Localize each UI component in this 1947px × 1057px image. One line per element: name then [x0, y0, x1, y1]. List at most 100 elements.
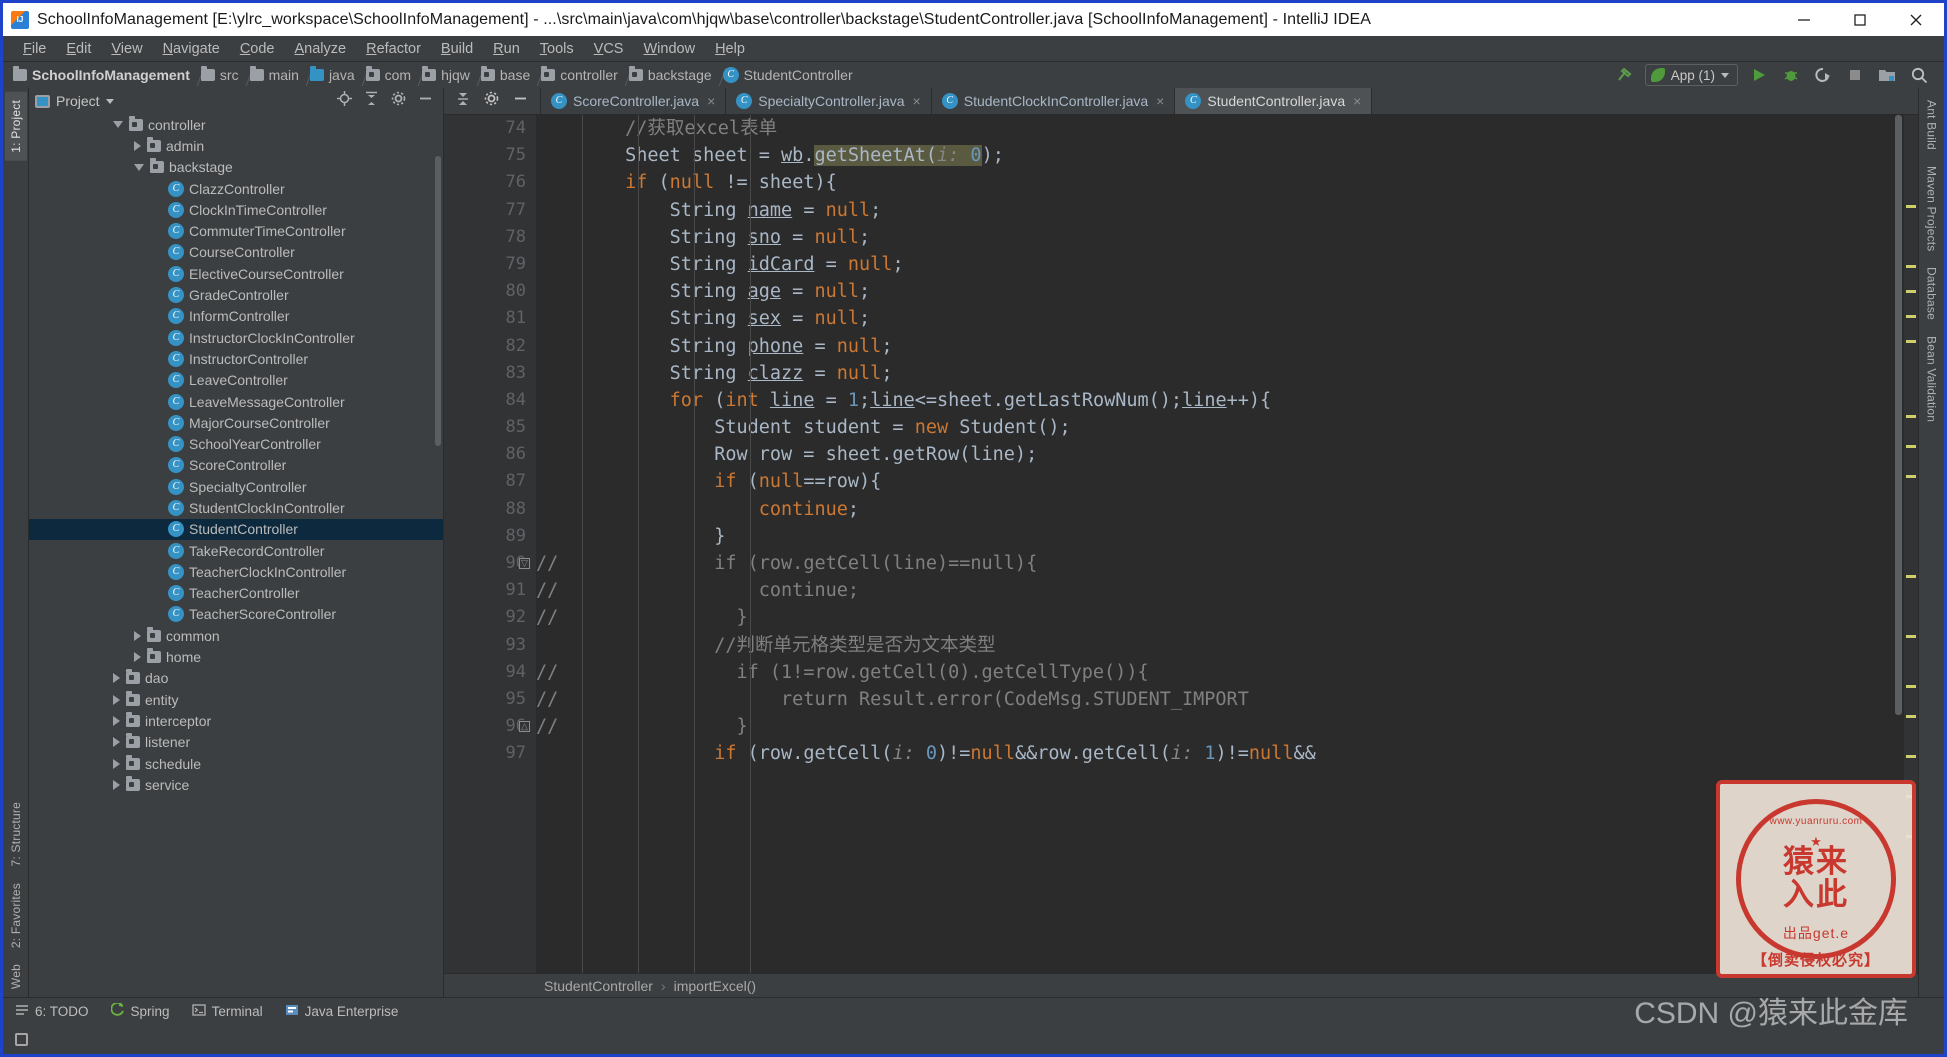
tree-node-commutertimecontroller[interactable]: C CommuterTimeController	[29, 220, 443, 241]
tool-tab-database[interactable]: Database	[1921, 259, 1943, 328]
breadcrumb-item-controller[interactable]: controller	[537, 66, 625, 84]
tree-node-controller[interactable]: controller	[29, 114, 443, 135]
menu-item-edit[interactable]: Edit	[56, 39, 101, 59]
code-content[interactable]: //获取excel表单 Sheet sheet = wb.getSheetAt(…	[536, 115, 1904, 973]
search-icon[interactable]	[1908, 64, 1930, 86]
tree-node-teacherscorecontroller[interactable]: C TeacherScoreController	[29, 604, 443, 625]
project-tree[interactable]: controller admin backstage C ClazzController…	[29, 114, 443, 997]
tree-node-informcontroller[interactable]: C InformController	[29, 306, 443, 327]
chevron-right-icon[interactable]	[134, 652, 141, 663]
tool-tab-mavenprojects[interactable]: Maven Projects	[1921, 158, 1943, 260]
editor-tab-specialtycontroller-java[interactable]: C SpecialtyController.java ×	[726, 88, 932, 114]
bottom-tab-javaenterprise[interactable]: Java Enterprise	[285, 1003, 398, 1020]
tree-node-scorecontroller[interactable]: C ScoreController	[29, 455, 443, 476]
tree-node-leavemessagecontroller[interactable]: C LeaveMessageController	[29, 391, 443, 412]
tree-node-admin[interactable]: admin	[29, 135, 443, 156]
marker-tick[interactable]	[1906, 685, 1916, 688]
tree-node-dao[interactable]: dao	[29, 668, 443, 689]
chevron-right-icon[interactable]	[113, 737, 120, 748]
tree-node-coursecontroller[interactable]: C CourseController	[29, 242, 443, 263]
fold-start-icon[interactable]: ▽	[519, 558, 530, 570]
menu-item-vcs[interactable]: VCS	[584, 39, 634, 59]
menu-item-help[interactable]: Help	[705, 39, 755, 59]
tree-node-leavecontroller[interactable]: C LeaveController	[29, 370, 443, 391]
chevron-right-icon[interactable]	[113, 758, 120, 769]
editor-tab-scorecontroller-java[interactable]: C ScoreController.java ×	[541, 88, 727, 114]
tree-node-gradecontroller[interactable]: C GradeController	[29, 284, 443, 305]
marker-tick[interactable]	[1906, 205, 1916, 208]
tree-node-backstage[interactable]: backstage	[29, 157, 443, 178]
editor-crumb-item[interactable]: StudentController	[544, 978, 653, 994]
menu-item-navigate[interactable]: Navigate	[153, 39, 230, 59]
tree-node-listener[interactable]: listener	[29, 732, 443, 753]
menu-item-build[interactable]: Build	[431, 39, 483, 59]
marker-tick[interactable]	[1906, 755, 1916, 758]
editor-crumb-item[interactable]: importExcel()	[674, 978, 756, 994]
tree-node-clockintimecontroller[interactable]: C ClockInTimeController	[29, 199, 443, 220]
tree-node-entity[interactable]: entity	[29, 689, 443, 710]
tree-node-teacherclockincontroller[interactable]: C TeacherClockInController	[29, 561, 443, 582]
hide-icon[interactable]	[513, 91, 528, 111]
editor-tab-studentcontroller-java[interactable]: C StudentController.java ×	[1175, 88, 1373, 114]
stop-icon[interactable]	[1844, 64, 1866, 86]
tree-node-instructorclockincontroller[interactable]: C InstructorClockInController	[29, 327, 443, 348]
editor-tab-studentclockincontroller-java[interactable]: C StudentClockInController.java ×	[932, 88, 1176, 114]
menu-item-view[interactable]: View	[101, 39, 152, 59]
tree-node-schoolyearcontroller[interactable]: C SchoolYearController	[29, 433, 443, 454]
marker-tick[interactable]	[1906, 315, 1916, 318]
project-tree-scrollbar[interactable]	[435, 156, 441, 446]
breadcrumb-item-com[interactable]: com	[362, 66, 418, 84]
tree-node-common[interactable]: common	[29, 625, 443, 646]
build-icon[interactable]	[1613, 64, 1635, 86]
tool-tab-structure[interactable]: 7: Structure	[5, 794, 27, 874]
tree-node-instructorcontroller[interactable]: C InstructorController	[29, 348, 443, 369]
chevron-right-icon[interactable]	[113, 715, 120, 726]
menu-item-refactor[interactable]: Refactor	[356, 39, 431, 59]
chevron-down-icon[interactable]	[105, 98, 114, 104]
tool-tab-project[interactable]: 1: Project	[4, 92, 27, 161]
chevron-down-icon[interactable]	[113, 121, 123, 129]
breadcrumb-item-src[interactable]: src	[197, 66, 246, 84]
tool-tab-favorites[interactable]: 2: Favorites	[5, 875, 27, 956]
chevron-down-icon[interactable]	[134, 163, 144, 171]
tree-node-studentcontroller[interactable]: C StudentController	[29, 518, 443, 540]
tree-node-home[interactable]: home	[29, 646, 443, 667]
close-button[interactable]	[1888, 3, 1944, 36]
breadcrumb-item-backstage[interactable]: backstage	[625, 66, 719, 84]
marker-tick[interactable]	[1906, 715, 1916, 718]
layout-icon[interactable]	[15, 1032, 28, 1046]
tree-node-schedule[interactable]: schedule	[29, 753, 443, 774]
coverage-icon[interactable]	[1812, 64, 1834, 86]
marker-tick[interactable]	[1906, 635, 1916, 638]
menu-item-run[interactable]: Run	[483, 39, 530, 59]
menu-item-tools[interactable]: Tools	[530, 39, 584, 59]
tree-node-electivecoursecontroller[interactable]: C ElectiveCourseController	[29, 263, 443, 284]
code-editor[interactable]: ▽ △ 74 75 76 77 78 79 80 81 82 83 84 85 86 87 88 89 90 91 92…	[444, 115, 1918, 973]
debug-icon[interactable]	[1780, 64, 1802, 86]
marker-tick[interactable]	[1906, 575, 1916, 578]
run-configuration-selector[interactable]: App (1)	[1644, 64, 1738, 86]
settings-icon[interactable]	[484, 91, 499, 111]
run-icon[interactable]	[1748, 64, 1770, 86]
breadcrumb-item-schoolinfomanagement[interactable]: SchoolInfoManagement	[9, 66, 197, 84]
tree-node-studentclockincontroller[interactable]: C StudentClockInController	[29, 497, 443, 518]
breadcrumb-item-studentcontroller[interactable]: C StudentController	[719, 66, 860, 84]
collapse-all-icon[interactable]	[364, 91, 379, 111]
menu-item-window[interactable]: Window	[633, 39, 705, 59]
marker-tick[interactable]	[1906, 340, 1916, 343]
tree-node-takerecordcontroller[interactable]: C TakeRecordController	[29, 540, 443, 561]
tool-tab-antbuild[interactable]: Ant Build	[1921, 92, 1943, 158]
close-icon[interactable]: ×	[913, 93, 921, 109]
hide-icon[interactable]	[418, 91, 433, 111]
tree-node-specialtycontroller[interactable]: C SpecialtyController	[29, 476, 443, 497]
marker-tick[interactable]	[1906, 415, 1916, 418]
maximize-button[interactable]	[1832, 3, 1888, 36]
breadcrumb-item-main[interactable]: main	[246, 66, 306, 84]
close-icon[interactable]: ×	[707, 93, 715, 109]
fold-column[interactable]: ▽ △	[512, 115, 536, 973]
bottom-tab-spring[interactable]: Spring	[110, 1001, 170, 1020]
breadcrumb-item-java[interactable]: java	[306, 66, 362, 84]
tree-node-clazzcontroller[interactable]: C ClazzController	[29, 178, 443, 199]
menu-item-code[interactable]: Code	[230, 39, 285, 59]
locate-icon[interactable]	[337, 91, 352, 111]
